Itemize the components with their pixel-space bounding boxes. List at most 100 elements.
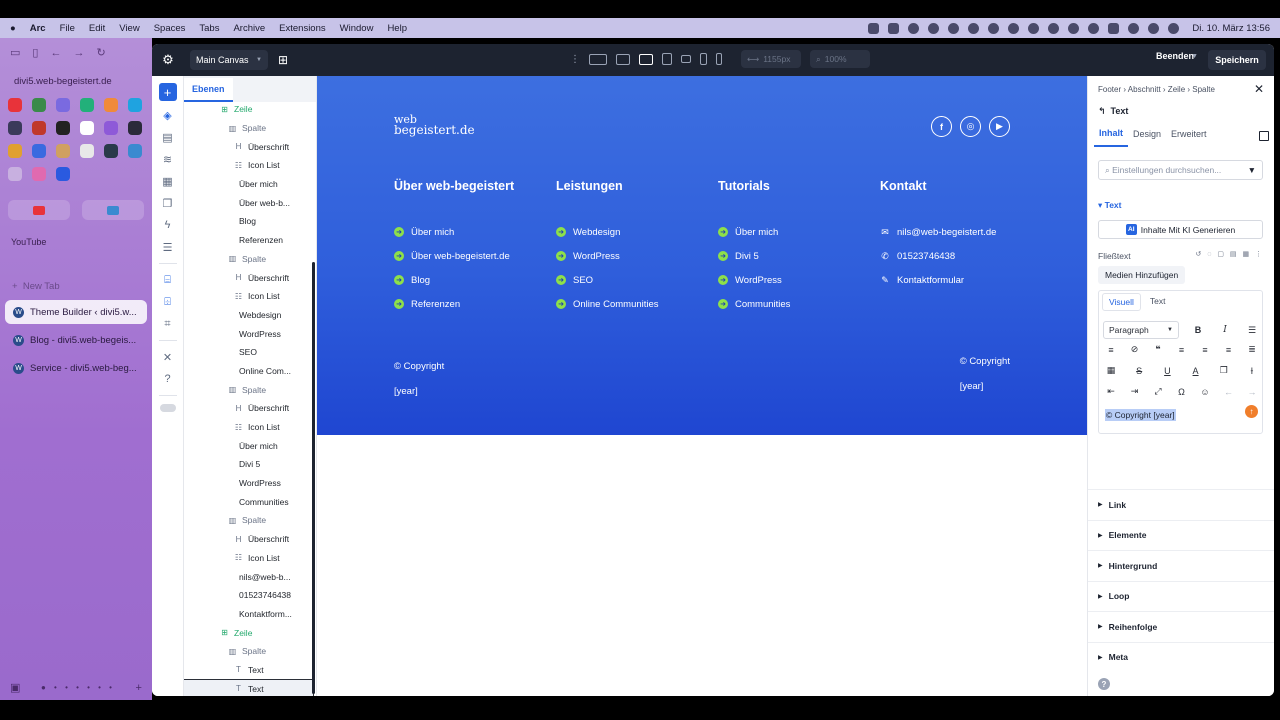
favorite-icon[interactable] bbox=[128, 121, 142, 135]
widescreen-icon[interactable] bbox=[589, 53, 607, 65]
menu-tabs[interactable]: Tabs bbox=[199, 23, 219, 34]
phone-small-icon[interactable] bbox=[716, 53, 722, 65]
tray-icon[interactable] bbox=[1028, 22, 1040, 34]
favorite-icon[interactable] bbox=[56, 121, 70, 135]
footer-section[interactable]: web begeistert.de f ◎ ▶ Über web-begeist… bbox=[317, 76, 1087, 435]
list-item[interactable]: ➜ Über web-begeistert.de bbox=[394, 244, 556, 268]
tablet-landscape-icon[interactable] bbox=[681, 55, 691, 63]
layer-list[interactable]: ☷ Icon List bbox=[184, 156, 314, 175]
layer-item[interactable]: Blog bbox=[184, 212, 314, 231]
site-logo[interactable]: web begeistert.de bbox=[394, 114, 475, 136]
underline-icon[interactable]: U bbox=[1159, 366, 1175, 376]
battery-icon[interactable] bbox=[1108, 22, 1120, 34]
layer-item[interactable]: Webdesign bbox=[184, 306, 314, 325]
phone-icon[interactable] bbox=[700, 53, 707, 65]
ai-generate-button[interactable]: AI Inhalte Mit KI Generieren bbox=[1098, 220, 1263, 239]
menu-window[interactable]: Window bbox=[340, 23, 374, 34]
favorite-icon[interactable] bbox=[80, 98, 94, 112]
layer-item[interactable]: Referenzen bbox=[184, 231, 314, 250]
paragraph-select[interactable]: Paragraph ▼ bbox=[1103, 321, 1179, 339]
close-icon[interactable]: ✕ bbox=[1254, 82, 1264, 96]
column-heading[interactable]: Kontakt bbox=[880, 179, 1042, 193]
chevron-down-icon[interactable]: ▼ bbox=[1191, 53, 1198, 60]
menu-archive[interactable]: Archive bbox=[233, 23, 265, 34]
add-space-icon[interactable]: + bbox=[136, 682, 142, 694]
help-icon[interactable]: ? bbox=[1098, 678, 1110, 690]
favorite-icon[interactable] bbox=[32, 167, 46, 181]
list-item[interactable]: ➜ WordPress bbox=[718, 268, 880, 292]
bold-icon[interactable]: B bbox=[1190, 325, 1206, 335]
layer-item[interactable]: Über mich bbox=[184, 436, 314, 455]
url-bar[interactable]: divi5.web-begeistert.de bbox=[14, 76, 112, 87]
tray-icon[interactable] bbox=[928, 22, 940, 34]
layer-heading[interactable]: H Überschrift bbox=[184, 399, 314, 418]
database-icon[interactable]: ≋ bbox=[160, 151, 176, 167]
tab-content[interactable]: Inhalt bbox=[1094, 124, 1128, 147]
favorite-icon[interactable] bbox=[104, 98, 118, 112]
layer-item[interactable]: WordPress bbox=[184, 474, 314, 493]
numbered-list-icon[interactable]: ≡ bbox=[1103, 345, 1119, 355]
column-heading[interactable]: Leistungen bbox=[556, 179, 718, 193]
space-dots[interactable]: ● • • • • • • bbox=[41, 683, 115, 692]
favorite-icon[interactable] bbox=[56, 98, 70, 112]
menu-arc[interactable]: Arc bbox=[30, 23, 46, 34]
sidebar-toggle-icon[interactable]: ▭ bbox=[10, 46, 20, 59]
layer-col[interactable]: ▥ Spalte bbox=[184, 380, 314, 399]
tab-advanced[interactable]: Erweitert bbox=[1166, 125, 1212, 146]
tray-icon[interactable] bbox=[888, 22, 900, 34]
layer-text[interactable]: T Text bbox=[184, 661, 314, 680]
tray-icon[interactable] bbox=[968, 22, 980, 34]
favorite-icon[interactable] bbox=[8, 144, 22, 158]
tab-theme-builder[interactable]: W Theme Builder ‹ divi5.w... bbox=[5, 300, 147, 324]
layer-item[interactable]: 01523746438 bbox=[184, 586, 314, 605]
sidebar-layout-icon[interactable]: ▯ bbox=[32, 46, 38, 59]
quote-icon[interactable]: ❝ bbox=[1150, 344, 1166, 355]
add-media-button[interactable]: Medien Hinzufügen bbox=[1098, 266, 1186, 284]
favorite-icon[interactable] bbox=[8, 98, 22, 112]
section-text-header[interactable]: ▾ Text bbox=[1098, 200, 1122, 211]
youtube-icon[interactable]: ▶ bbox=[989, 116, 1010, 137]
undo-icon[interactable]: ← bbox=[1221, 387, 1237, 397]
menu-spaces[interactable]: Spaces bbox=[154, 23, 186, 34]
tray-icon[interactable] bbox=[1008, 22, 1020, 34]
layer-row[interactable]: ⊞ Zeile bbox=[184, 623, 314, 642]
menu-edit[interactable]: Edit bbox=[89, 23, 105, 34]
control-center-icon[interactable] bbox=[1168, 22, 1180, 34]
layer-item[interactable]: Über mich bbox=[184, 175, 314, 194]
layers-scrollbar[interactable] bbox=[312, 262, 315, 694]
layer-item[interactable]: nils@web-b... bbox=[184, 567, 314, 586]
clear-format-icon[interactable]: Ɨ bbox=[1244, 366, 1260, 376]
tray-icon[interactable] bbox=[1088, 22, 1100, 34]
favorite-icon[interactable] bbox=[80, 144, 94, 158]
section-link[interactable]: ▶ Link bbox=[1088, 489, 1274, 520]
layer-item[interactable]: WordPress bbox=[184, 324, 314, 343]
layer-heading[interactable]: H Überschrift bbox=[184, 530, 314, 549]
tray-icon[interactable] bbox=[948, 22, 960, 34]
arrow-up-icon[interactable]: ↑ bbox=[1245, 405, 1258, 418]
tab-visual[interactable]: Visuell bbox=[1102, 293, 1141, 311]
favorite-icon[interactable] bbox=[104, 144, 118, 158]
bullet-list-icon[interactable]: ☰ bbox=[1244, 325, 1260, 336]
layer-item[interactable]: Divi 5 bbox=[184, 455, 314, 474]
favorite-icon[interactable] bbox=[8, 167, 22, 181]
layer-list[interactable]: ☷ Icon List bbox=[184, 549, 314, 568]
zoom-field[interactable]: ⌕ 100% bbox=[810, 50, 870, 68]
layers-icon[interactable]: ◈ bbox=[160, 107, 176, 123]
tools-icon[interactable]: ✕ bbox=[160, 349, 176, 365]
contact-form[interactable]: ✎ Kontaktformular bbox=[880, 268, 1042, 292]
table-icon[interactable]: ▦ bbox=[1103, 365, 1119, 376]
section-background[interactable]: ▶ Hintergrund bbox=[1088, 550, 1274, 581]
contact-phone[interactable]: ✆ 01523746438 bbox=[880, 244, 1042, 268]
favorite-icon[interactable] bbox=[56, 144, 70, 158]
section-meta[interactable]: ▶ Meta bbox=[1088, 641, 1274, 673]
window-icon[interactable] bbox=[1259, 130, 1269, 141]
menu-file[interactable]: File bbox=[60, 23, 75, 34]
add-module-button[interactable]: + bbox=[158, 83, 177, 101]
tab-service[interactable]: W Service - divi5.web-beg... bbox=[5, 356, 147, 380]
favorite-icon[interactable] bbox=[104, 121, 118, 135]
favorite-icon[interactable] bbox=[32, 121, 46, 135]
emoji-icon[interactable]: ☺ bbox=[1197, 387, 1213, 397]
gear-icon[interactable]: ⚙ bbox=[152, 52, 184, 68]
tab-blog[interactable]: W Blog - divi5.web-begeis... bbox=[5, 328, 147, 352]
new-tab-button[interactable]: + New Tab bbox=[12, 281, 60, 292]
